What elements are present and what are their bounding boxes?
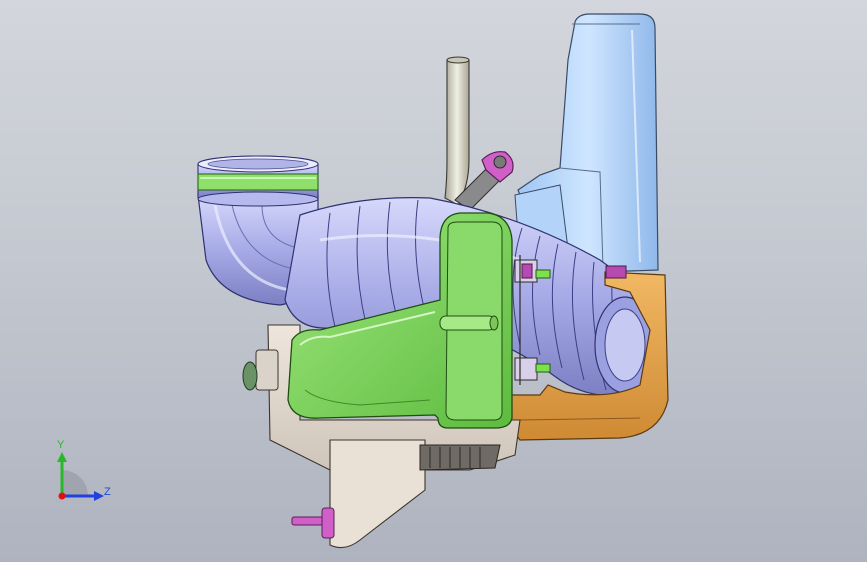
y-axis-label: Y (57, 439, 65, 451)
triad-origin (58, 492, 66, 500)
z-axis-label: Z (104, 486, 111, 498)
orientation-triad: Y Z (48, 438, 118, 508)
3d-viewport[interactable]: Y Z (0, 0, 867, 562)
triad-arc (62, 470, 88, 496)
breather-tube[interactable] (444, 56, 470, 206)
z-axis-head (94, 491, 104, 501)
y-axis-head (57, 452, 67, 462)
cad-model-view[interactable] (0, 0, 867, 562)
clamp-band[interactable] (197, 173, 319, 207)
